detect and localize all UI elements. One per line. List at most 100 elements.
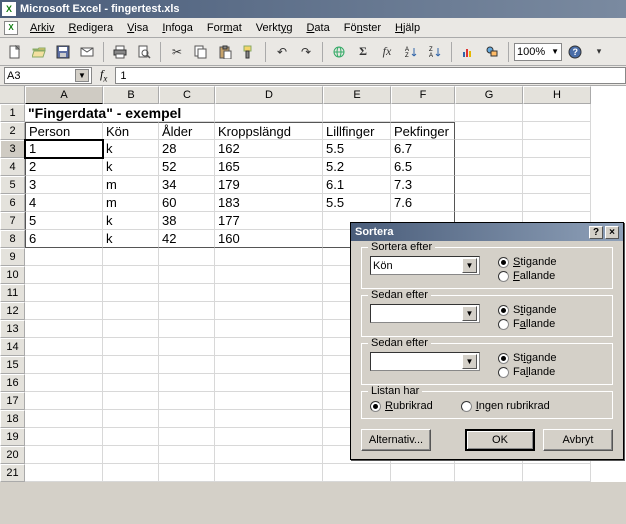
cell[interactable] (215, 356, 323, 374)
col-header-E[interactable]: E (323, 86, 391, 104)
row-header[interactable]: 3 (0, 140, 25, 158)
cell[interactable] (159, 284, 215, 302)
row-header[interactable]: 18 (0, 410, 25, 428)
cell[interactable]: 6.1 (323, 176, 391, 194)
cell[interactable] (25, 338, 103, 356)
cell[interactable] (323, 104, 391, 122)
cell[interactable] (103, 356, 159, 374)
row-header[interactable]: 1 (0, 104, 25, 122)
menu-data[interactable]: Data (300, 20, 335, 36)
cell[interactable] (103, 248, 159, 266)
cell[interactable] (215, 338, 323, 356)
cell[interactable] (25, 392, 103, 410)
copy-icon[interactable] (190, 41, 212, 63)
cell[interactable]: 7.3 (391, 176, 455, 194)
cell[interactable]: 52 (159, 158, 215, 176)
save-icon[interactable] (52, 41, 74, 63)
cell[interactable]: 177 (215, 212, 323, 230)
help-icon[interactable]: ? (564, 41, 586, 63)
cell[interactable]: 28 (159, 140, 215, 158)
cell[interactable] (103, 374, 159, 392)
col-header-F[interactable]: F (391, 86, 455, 104)
cell[interactable] (523, 176, 591, 194)
cell[interactable]: 6.7 (391, 140, 455, 158)
menu-infoga[interactable]: Infoga (156, 20, 199, 36)
menu-hjalp[interactable]: Hjälp (389, 20, 426, 36)
cell[interactable]: 3 (25, 176, 103, 194)
cell[interactable]: k (103, 230, 159, 248)
cell[interactable]: Pekfinger (391, 122, 455, 140)
cell[interactable] (215, 464, 323, 482)
zoom-combobox[interactable]: 100% ▼ (514, 43, 562, 61)
cell[interactable] (159, 302, 215, 320)
cell[interactable] (391, 104, 455, 122)
radio-desc-2[interactable]: Fallande (498, 318, 556, 330)
cell[interactable] (103, 320, 159, 338)
select-all-corner[interactable] (0, 86, 25, 104)
cell[interactable] (103, 464, 159, 482)
row-header[interactable]: 6 (0, 194, 25, 212)
row-header[interactable]: 9 (0, 248, 25, 266)
toolbar-options-icon[interactable]: ▾ (588, 41, 610, 63)
ok-button[interactable]: OK (465, 429, 535, 451)
cell[interactable]: 38 (159, 212, 215, 230)
cell[interactable] (25, 356, 103, 374)
menu-format[interactable]: Format (201, 20, 248, 36)
cell[interactable] (103, 284, 159, 302)
cell[interactable]: 2 (25, 158, 103, 176)
workbook-icon[interactable]: X (4, 21, 18, 35)
row-header[interactable]: 21 (0, 464, 25, 482)
row-header[interactable]: 14 (0, 338, 25, 356)
cell-active[interactable]: 1 (25, 140, 103, 158)
cell[interactable] (159, 248, 215, 266)
cell[interactable] (25, 248, 103, 266)
cell[interactable]: Kön (103, 122, 159, 140)
cell[interactable] (159, 320, 215, 338)
menu-verktyg[interactable]: Verktyg (250, 20, 299, 36)
cell[interactable]: "Fingerdata" - exempel (25, 104, 215, 122)
cell[interactable] (455, 176, 523, 194)
cell[interactable]: 60 (159, 194, 215, 212)
cell[interactable] (25, 374, 103, 392)
radio-no-header-row[interactable]: Ingen rubrikrad (461, 400, 550, 412)
cell[interactable] (323, 464, 391, 482)
menu-fonster[interactable]: Fönster (338, 20, 387, 36)
radio-header-row[interactable]: Rubrikrad (370, 400, 433, 412)
cell[interactable] (215, 392, 323, 410)
row-header[interactable]: 19 (0, 428, 25, 446)
cell[interactable] (159, 392, 215, 410)
radio-desc-1[interactable]: Fallande (498, 270, 556, 282)
cell[interactable] (523, 104, 591, 122)
cell[interactable] (215, 428, 323, 446)
cell[interactable]: 183 (215, 194, 323, 212)
row-header[interactable]: 4 (0, 158, 25, 176)
cell[interactable]: Lillfinger (323, 122, 391, 140)
cell[interactable] (455, 104, 523, 122)
cell[interactable] (103, 338, 159, 356)
autosum-icon[interactable]: Σ (352, 41, 374, 63)
cell[interactable] (25, 428, 103, 446)
row-header[interactable]: 11 (0, 284, 25, 302)
cell[interactable] (215, 302, 323, 320)
cell[interactable] (215, 374, 323, 392)
cell[interactable]: k (103, 140, 159, 158)
row-header[interactable]: 20 (0, 446, 25, 464)
sort-asc-icon[interactable]: AZ (400, 41, 422, 63)
row-header[interactable]: 17 (0, 392, 25, 410)
sort-key-1-combobox[interactable]: Kön ▼ (370, 256, 480, 275)
cell[interactable]: 34 (159, 176, 215, 194)
cell[interactable]: k (103, 212, 159, 230)
hyperlink-icon[interactable] (328, 41, 350, 63)
sort-desc-icon[interactable]: ZA (424, 41, 446, 63)
cell[interactable] (215, 446, 323, 464)
sort-key-3-combobox[interactable]: ▼ (370, 352, 480, 371)
cell[interactable]: m (103, 176, 159, 194)
cell[interactable] (455, 140, 523, 158)
row-header[interactable]: 15 (0, 356, 25, 374)
cell[interactable]: 5.5 (323, 194, 391, 212)
row-header[interactable]: 16 (0, 374, 25, 392)
cell[interactable] (25, 284, 103, 302)
row-header[interactable]: 2 (0, 122, 25, 140)
cell[interactable]: 179 (215, 176, 323, 194)
cell[interactable]: k (103, 158, 159, 176)
